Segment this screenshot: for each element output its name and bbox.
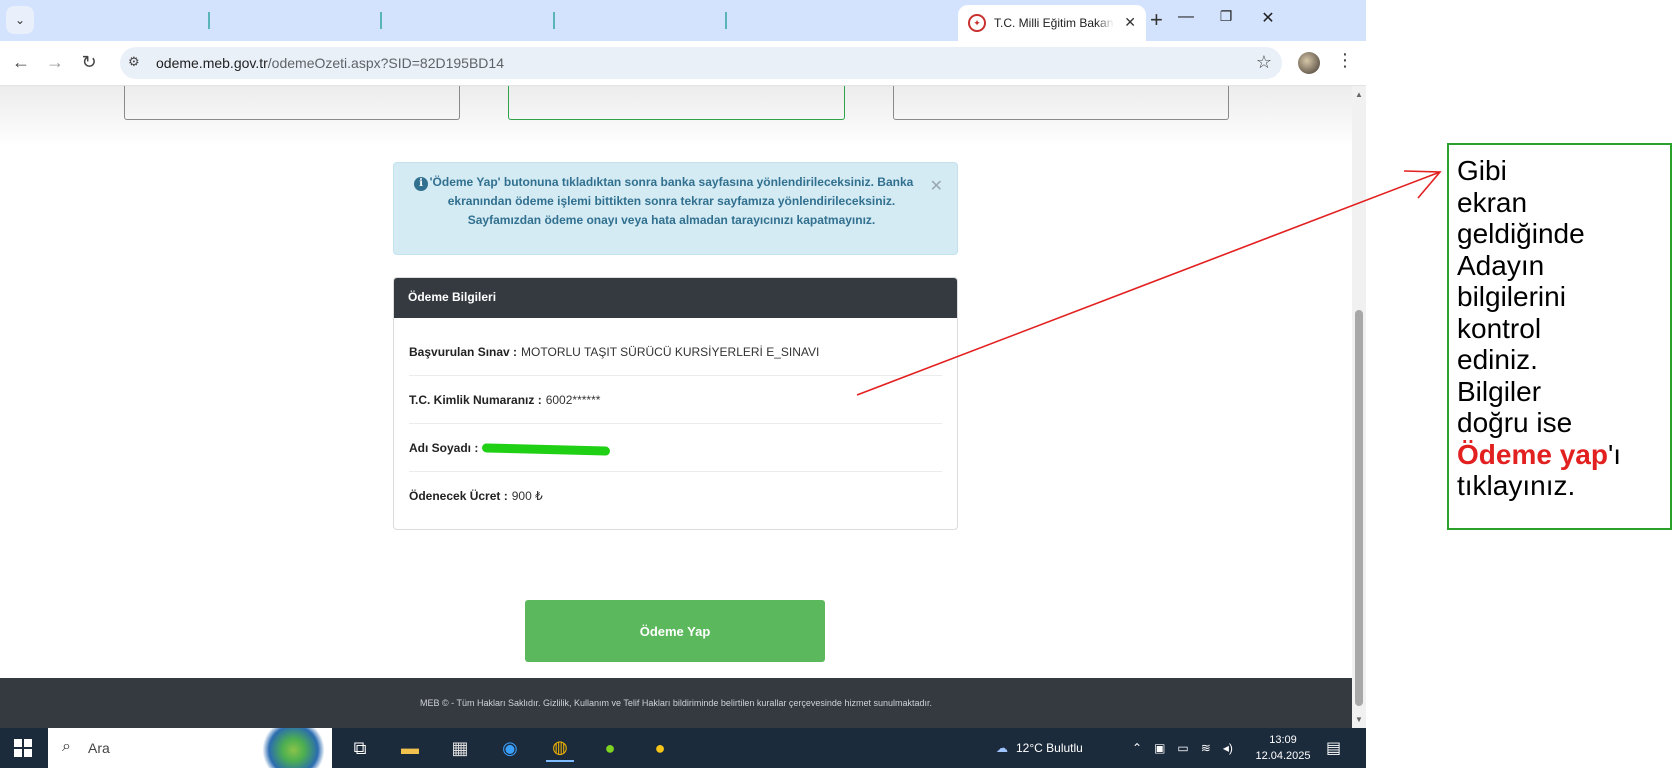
meb-logo-icon: ✦	[968, 14, 986, 32]
panel-title: Ödeme Bilgileri	[394, 278, 957, 318]
callout-suffix: 'ı	[1607, 438, 1622, 470]
system-tray: ⌃ ▣ ▭ ≋ ◂)	[1132, 728, 1233, 768]
page-scrollbar[interactable]: ▲ ▼	[1352, 86, 1366, 728]
url-text: odeme.meb.gov.tr/odemeOzeti.aspx?SID=82D…	[156, 55, 504, 71]
callout-highlight-line: Ödeme yap'ı	[1457, 439, 1660, 471]
restore-button[interactable]: ❐	[1211, 8, 1241, 25]
address-bar[interactable]: ⚙ odeme.meb.gov.tr/odemeOzeti.aspx?SID=8…	[120, 47, 1282, 79]
search-placeholder: Ara	[88, 740, 110, 756]
redaction-marker	[482, 442, 611, 456]
bookmark-star-icon[interactable]: ☆	[1256, 52, 1272, 73]
calculator-icon[interactable]: ▦	[446, 734, 474, 762]
info-alert-text: 'Ödeme Yap' butonuna tıkladıktan sonra b…	[429, 175, 914, 227]
cloud-icon: ☁	[996, 741, 1008, 755]
callout-line: doğru ise	[1457, 407, 1573, 438]
taskbar-search[interactable]: ⌕ Ara	[48, 728, 332, 768]
row-value: 6002******	[545, 392, 601, 407]
callout-line: geldiğinde	[1457, 218, 1585, 249]
row-label: Ödenecek Ücret :	[409, 489, 508, 503]
app-icon-green[interactable]: ●	[596, 734, 624, 762]
info-row-fee: Ödenecek Ücret : 900 ₺	[409, 472, 942, 520]
edge-icon[interactable]: ◉	[496, 734, 524, 762]
info-row-tc: T.C. Kimlik Numaranız : 6002******	[409, 376, 942, 424]
pay-button[interactable]: Ödeme Yap	[525, 600, 825, 662]
url-path: /odemeOzeti.aspx?SID=82D195BD14	[267, 55, 504, 71]
page-footer: MEB © - Tüm Hakları Saklıdır. Gizlilik, …	[0, 678, 1352, 728]
weather-widget[interactable]: ☁ 12°C Bulutlu	[996, 728, 1083, 768]
back-button[interactable]: ←	[9, 52, 33, 73]
browser-menu-icon[interactable]: ⋮	[1336, 50, 1354, 71]
new-tab-button[interactable]: +	[1150, 7, 1163, 33]
callout-line: Gibi	[1457, 155, 1507, 186]
tab-separator	[380, 12, 382, 29]
forward-button[interactable]: →	[43, 52, 67, 73]
windows-taskbar: ⌕ Ara ⧉ ▬ ▦ ◉ ◍ ● ● ☁ 12°C Bulutlu ⌃ ▣ ▭…	[0, 728, 1366, 768]
tab-separator	[208, 12, 210, 29]
search-icon: ⌕	[62, 738, 71, 755]
minimize-button[interactable]: —	[1171, 8, 1201, 26]
wifi-icon[interactable]: ≋	[1201, 741, 1211, 755]
windows-start-icon[interactable]	[14, 739, 32, 757]
info-alert: i 'Ödeme Yap' butonuna tıkladıktan sonra…	[393, 162, 958, 255]
info-row-exam: Başvurulan Sınav : MOTORLU TAŞIT SÜRÜCÜ …	[409, 328, 942, 376]
callout-line: kontrol	[1457, 312, 1542, 344]
meet-now-icon[interactable]: ▣	[1154, 741, 1165, 755]
hero-card[interactable]	[893, 86, 1229, 120]
callout-line: ediniz.	[1457, 344, 1538, 375]
tab-meb[interactable]: ✦ T.C. Milli Eğitim Bakanlığı ✕	[958, 5, 1146, 41]
row-value: 900 ₺	[511, 489, 543, 503]
notification-icon[interactable]: ▤	[1326, 738, 1341, 758]
alert-close-icon[interactable]: ✕	[930, 177, 943, 196]
chevron-up-icon[interactable]: ⌃	[1132, 741, 1142, 755]
close-icon[interactable]: ✕	[1124, 14, 1136, 31]
app-icon-yellow[interactable]: ●	[646, 734, 674, 762]
row-value: MOTORLU TAŞIT SÜRÜCÜ KURSİYERLERİ E_SINA…	[521, 344, 820, 359]
scroll-down-icon[interactable]: ▼	[1355, 715, 1363, 724]
hero-card[interactable]	[124, 86, 460, 120]
row-label: Adı Soyadı :	[409, 440, 479, 455]
weather-text: 12°C Bulutlu	[1016, 741, 1083, 755]
tab-separator	[553, 12, 555, 29]
scroll-up-icon[interactable]: ▲	[1355, 90, 1363, 99]
clock-date: 12.04.2025	[1255, 750, 1311, 762]
callout-line: tıklayınız.	[1457, 470, 1576, 501]
battery-icon[interactable]: ▭	[1177, 741, 1188, 755]
chrome-icon[interactable]: ◍	[546, 734, 574, 762]
scrollbar-thumb[interactable]	[1355, 310, 1363, 706]
row-label: Başvurulan Sınav :	[409, 344, 518, 359]
chevron-down-icon: ⌄	[14, 13, 26, 27]
hero-card-active[interactable]	[508, 86, 845, 120]
info-row-name: Adı Soyadı :	[409, 424, 942, 472]
search-highlight-art	[262, 728, 332, 768]
profile-avatar[interactable]	[1298, 52, 1320, 74]
browser-toolbar: ← → ↻ ⚙ odeme.meb.gov.tr/odemeOzeti.aspx…	[0, 41, 1366, 86]
tab-strip: ⌄ ✦ T.C. Milli Eğitim Bakanlığı ✕ + — ❐ …	[0, 0, 1366, 41]
task-view-icon[interactable]: ⧉	[346, 734, 374, 762]
row-label: T.C. Kimlik Numaranız :	[409, 392, 542, 407]
file-explorer-icon[interactable]: ▬	[396, 734, 424, 762]
callout-line: Adayın	[1457, 249, 1545, 281]
callout-highlight: Ödeme yap	[1457, 438, 1608, 470]
tab-title: T.C. Milli Eğitim Bakanlığı	[994, 16, 1114, 30]
callout-line: bilgilerini	[1457, 281, 1566, 312]
clock-time: 13:09	[1269, 734, 1297, 746]
instruction-callout: Gibi ekran geldiğinde Adayın bilgilerini…	[1447, 143, 1672, 530]
volume-icon[interactable]: ◂)	[1223, 741, 1233, 755]
reload-button[interactable]: ↻	[77, 52, 101, 73]
url-host: odeme.meb.gov.tr	[156, 55, 268, 71]
tab-search-button[interactable]: ⌄	[6, 6, 34, 34]
info-icon: i	[414, 177, 428, 191]
callout-line: ekran	[1457, 186, 1528, 218]
window-close-button[interactable]: ✕	[1253, 8, 1283, 28]
payment-info-panel: Ödeme Bilgileri Başvurulan Sınav : MOTOR…	[393, 277, 958, 530]
system-clock[interactable]: 13:09 12.04.2025	[1248, 732, 1318, 764]
callout-line: Bilgiler	[1457, 375, 1542, 407]
site-settings-icon[interactable]: ⚙	[128, 54, 140, 70]
browser-window: ⌄ ✦ T.C. Milli Eğitim Bakanlığı ✕ + — ❐ …	[0, 0, 1366, 728]
page-viewport: i 'Ödeme Yap' butonuna tıkladıktan sonra…	[0, 86, 1352, 728]
screen: ⌄ ✦ T.C. Milli Eğitim Bakanlığı ✕ + — ❐ …	[0, 0, 1675, 768]
tab-separator	[725, 12, 727, 29]
